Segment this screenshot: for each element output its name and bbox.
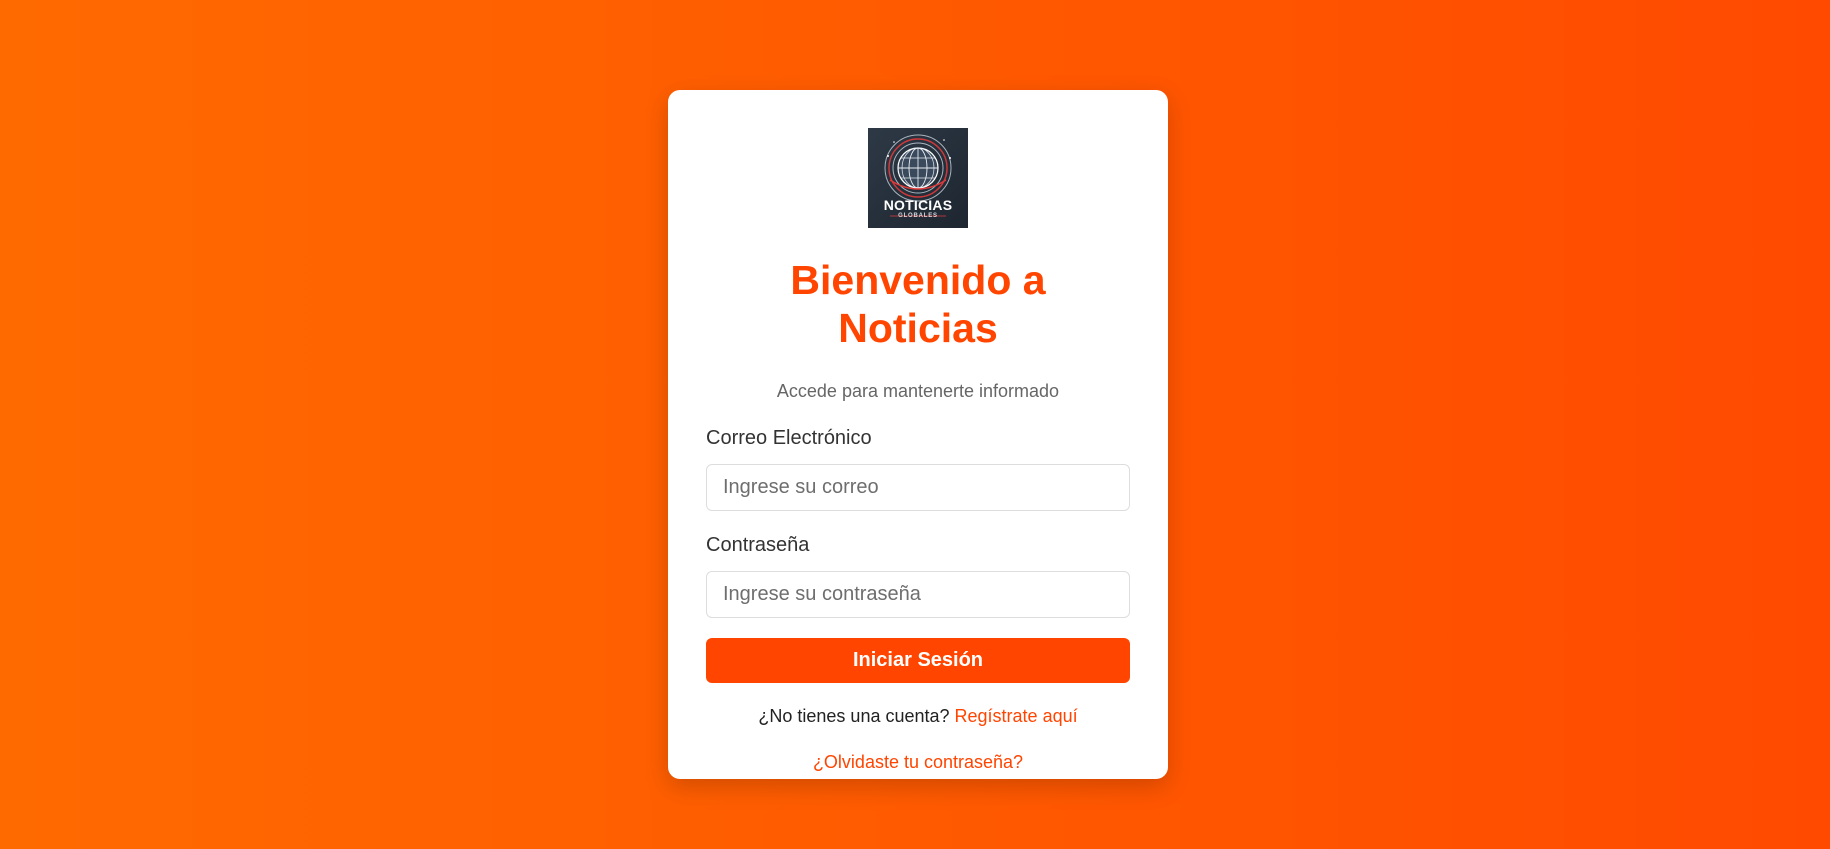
email-field[interactable]: [706, 464, 1130, 511]
register-prompt: ¿No tienes una cuenta? Regístrate aquí: [706, 705, 1130, 727]
logo-container: NOTICIAS GLOBALES: [706, 128, 1130, 228]
login-button[interactable]: Iniciar Sesión: [706, 638, 1130, 683]
login-card: NOTICIAS GLOBALES Bienvenido a Noticias …: [668, 90, 1168, 779]
register-link[interactable]: Regístrate aquí: [955, 706, 1078, 726]
page-title: Bienvenido a Noticias: [790, 257, 1046, 351]
no-account-text: ¿No tienes una cuenta?: [758, 706, 955, 726]
forgot-password-link[interactable]: ¿Olvidaste tu contraseña?: [813, 752, 1023, 772]
page-subtitle: Accede para mantenerte informado: [776, 381, 1060, 401]
forgot-password-container: ¿Olvidaste tu contraseña?: [706, 751, 1130, 773]
noticias-logo: NOTICIAS GLOBALES: [868, 128, 968, 228]
logo-subtext: GLOBALES: [898, 213, 938, 219]
password-field[interactable]: [706, 571, 1130, 618]
email-label: Correo Electrónico: [706, 427, 872, 449]
password-label: Contraseña: [706, 534, 810, 556]
logo-wordmark: NOTICIAS: [883, 197, 953, 213]
